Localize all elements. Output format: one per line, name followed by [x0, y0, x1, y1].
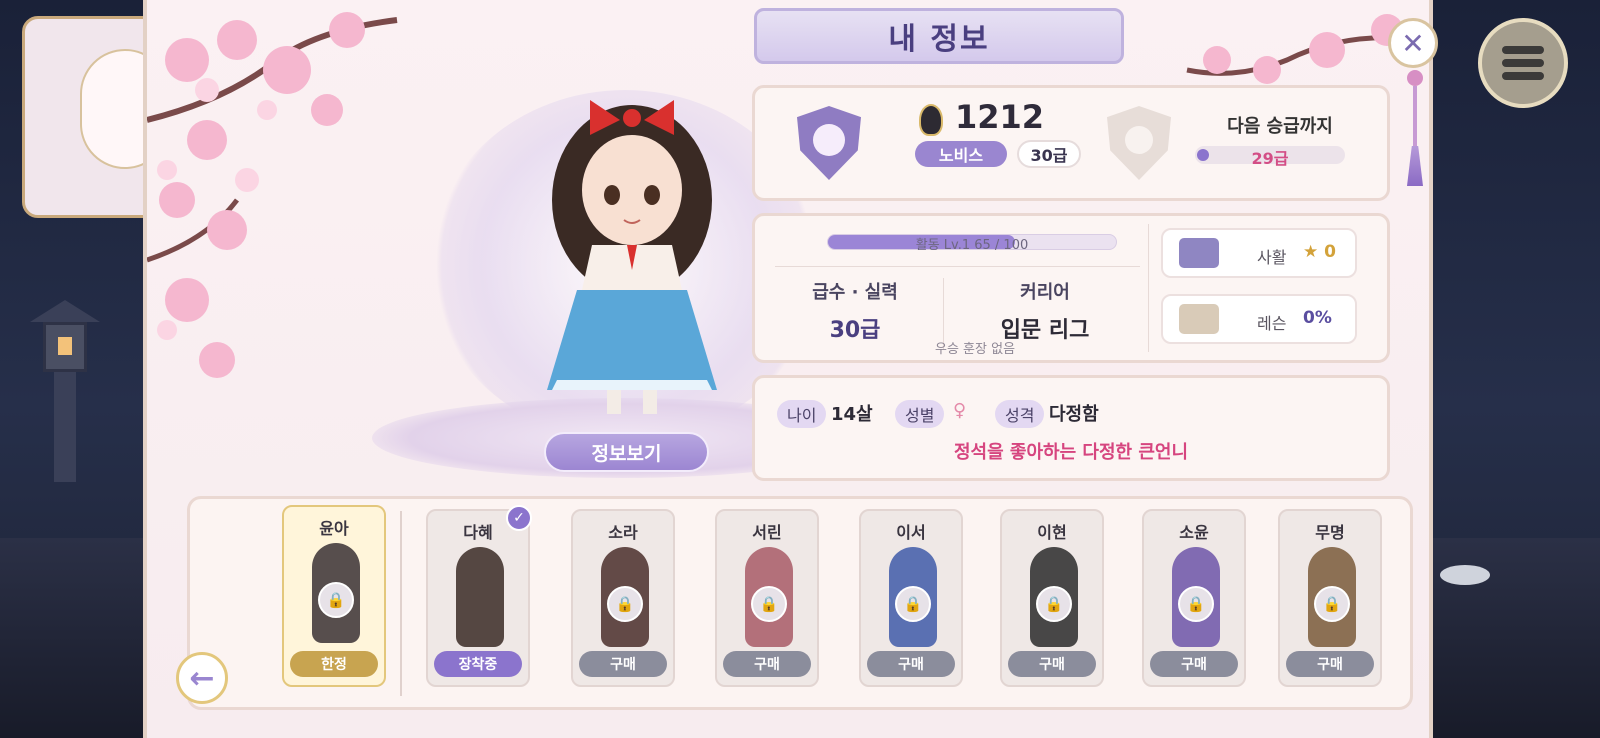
close-icon: ✕: [1401, 26, 1425, 60]
character-name: 소윤: [1179, 523, 1209, 542]
divider: [775, 266, 1140, 267]
skill-value: 30급: [829, 318, 881, 343]
rank-badge-icon: [919, 104, 943, 136]
life-death-label: 사활: [1257, 248, 1287, 267]
title-plate: 내 정보: [754, 8, 1124, 64]
lock-icon: 🔒: [751, 586, 787, 622]
stone-lantern: [30, 300, 100, 500]
lesson-label: 레슨: [1257, 314, 1287, 333]
view-info-label: 정보보기: [591, 442, 662, 465]
character-roster: 윤아 🔒 한정 다혜 ✓ 장착중 소라 🔒 구매 서린 🔒 구매 이서 🔒 구매 이현 🔒 구매 소윤 🔒 구매 무명 🔒 구…: [187, 496, 1413, 710]
personality-chip: 성격: [995, 400, 1045, 428]
gender-chip: 성별: [895, 400, 945, 428]
character-card[interactable]: 서린 🔒 구매: [715, 509, 819, 687]
stats-card: 활동 Lv.1 65 / 100 급수 · 실력 30급 커리어 입문 리그 우…: [752, 213, 1390, 363]
close-button[interactable]: ✕: [1388, 18, 1438, 68]
rank-score: 1212: [955, 98, 1045, 136]
rank-emblem-icon: [797, 106, 861, 180]
age-value: 14살: [831, 404, 873, 425]
lesson-value: 0%: [1303, 308, 1332, 328]
book-icon: [1179, 238, 1219, 268]
lock-icon: 🔒: [895, 586, 931, 622]
buy-button[interactable]: 구매: [1150, 651, 1238, 677]
arrow-left-icon: ←: [189, 660, 215, 696]
menu-button[interactable]: [1478, 18, 1568, 108]
hamburger-icon: [1502, 41, 1544, 85]
buy-button[interactable]: 구매: [1286, 651, 1374, 677]
next-promotion-value: 29급: [1251, 149, 1289, 168]
rank-card: 1212 노비스 30급 다음 승급까지 29급: [752, 85, 1390, 201]
main-character-illustration: [547, 100, 717, 414]
life-death-count: 0: [1324, 242, 1337, 262]
character-name: 이현: [1037, 523, 1067, 542]
view-info-button[interactable]: 정보보기: [544, 432, 709, 472]
go-board-icon: [1179, 304, 1219, 334]
personality-value: 다정함: [1049, 404, 1099, 425]
checkmark-icon: ✓: [506, 505, 532, 531]
next-promotion-label: 다음 승급까지: [1227, 116, 1333, 137]
lock-icon: 🔒: [607, 586, 643, 622]
activity-progress: 활동 Lv.1 65 / 100: [827, 234, 1117, 253]
character-quote: 정석을 좋아하는 다정한 큰언니: [953, 442, 1189, 463]
buy-button[interactable]: 구매: [723, 651, 811, 677]
career-label: 커리어: [1020, 282, 1070, 303]
skill-label: 급수 · 실력: [812, 282, 898, 303]
character-card[interactable]: 다혜 ✓ 장착중: [426, 505, 532, 687]
tier-badge: 노비스: [915, 141, 1007, 167]
female-icon: ♀: [953, 400, 967, 421]
character-card[interactable]: 소라 🔒 구매: [571, 509, 675, 687]
no-win-text: 우승 훈장 없음: [935, 342, 1016, 357]
buy-button[interactable]: 구매: [867, 651, 955, 677]
lock-icon: 🔒: [1036, 586, 1072, 622]
character-name: 무명: [1315, 523, 1345, 542]
lock-icon: 🔒: [1178, 586, 1214, 622]
character-name: 윤아: [319, 519, 349, 538]
back-button[interactable]: ←: [176, 652, 228, 704]
character-card[interactable]: 소윤 🔒 구매: [1142, 509, 1246, 687]
character-card[interactable]: 이서 🔒 구매: [859, 509, 963, 687]
tassel-ornament: [1407, 70, 1423, 190]
character-card[interactable]: 무명 🔒 구매: [1278, 509, 1382, 687]
character-card[interactable]: 윤아 🔒 한정: [282, 505, 386, 687]
star-icon: ★: [1303, 242, 1319, 262]
character-name: 소라: [608, 523, 638, 542]
age-chip: 나이: [777, 400, 827, 428]
go-stone: [1440, 565, 1490, 585]
character-name: 이서: [896, 523, 926, 542]
character-figure: [456, 547, 504, 647]
background-floor-left: [0, 538, 150, 738]
divider: [1148, 224, 1149, 352]
lock-icon: 🔒: [318, 582, 354, 618]
page-title: 내 정보: [888, 22, 990, 57]
equipped-button[interactable]: 장착중: [434, 651, 522, 677]
lesson-stat[interactable]: 레슨 0%: [1161, 294, 1357, 344]
profile-card: 나이 14살 성별 ♀ 성격 다정함 정석을 좋아하는 다정한 큰언니: [752, 375, 1390, 481]
life-death-stat[interactable]: 사활 ★ 0: [1161, 228, 1357, 278]
character-name: 서린: [752, 523, 782, 542]
buy-button[interactable]: 구매: [579, 651, 667, 677]
next-rank-emblem-icon: [1107, 106, 1171, 180]
grade-badge: 30급: [1017, 140, 1081, 168]
buy-button[interactable]: 구매: [1008, 651, 1096, 677]
lock-icon: 🔒: [1314, 586, 1350, 622]
life-death-value: ★ 0: [1303, 242, 1336, 262]
next-promotion-progress: 29급: [1195, 146, 1345, 168]
activity-text: 활동 Lv.1 65 / 100: [915, 238, 1029, 253]
character-card[interactable]: 이현 🔒 구매: [1000, 509, 1104, 687]
divider: [400, 511, 402, 696]
limited-button[interactable]: 한정: [290, 651, 378, 677]
